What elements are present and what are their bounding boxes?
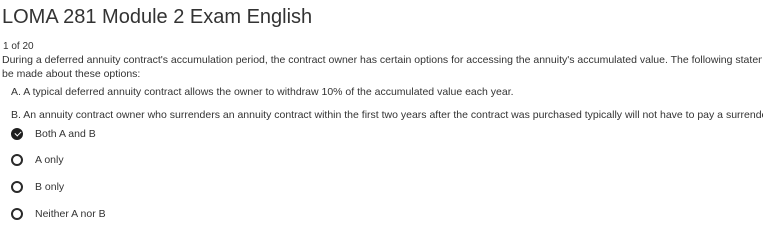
- radio-icon[interactable]: [11, 154, 23, 166]
- answer-option-b-only[interactable]: B only: [11, 178, 64, 196]
- answer-option-label: B only: [35, 181, 65, 193]
- answer-option-label: Both A and B: [35, 128, 96, 140]
- answer-option-label: Neither A nor B: [35, 208, 106, 220]
- radio-selected-icon[interactable]: [11, 128, 23, 140]
- answer-option-both-a-and-b[interactable]: Both A and B: [11, 125, 96, 143]
- statement-a: A. A typical deferred annuity contract a…: [11, 86, 514, 98]
- answer-option-label: A only: [35, 154, 64, 166]
- question-prompt-line-2: be made about these options:: [2, 68, 141, 80]
- question-counter: 1 of 20: [3, 41, 34, 52]
- question-prompt-line-1: During a deferred annuity contract's acc…: [2, 54, 762, 66]
- page-title: LOMA 281 Module 2 Exam English: [2, 6, 313, 28]
- answer-option-neither[interactable]: Neither A nor B: [11, 205, 106, 223]
- radio-icon[interactable]: [11, 208, 23, 220]
- statement-b: B. An annuity contract owner who surrend…: [11, 109, 763, 121]
- question-prompt: During a deferred annuity contract's acc…: [2, 53, 762, 81]
- check-icon: [14, 129, 22, 137]
- answer-option-a-only[interactable]: A only: [11, 151, 64, 169]
- radio-icon[interactable]: [11, 181, 23, 193]
